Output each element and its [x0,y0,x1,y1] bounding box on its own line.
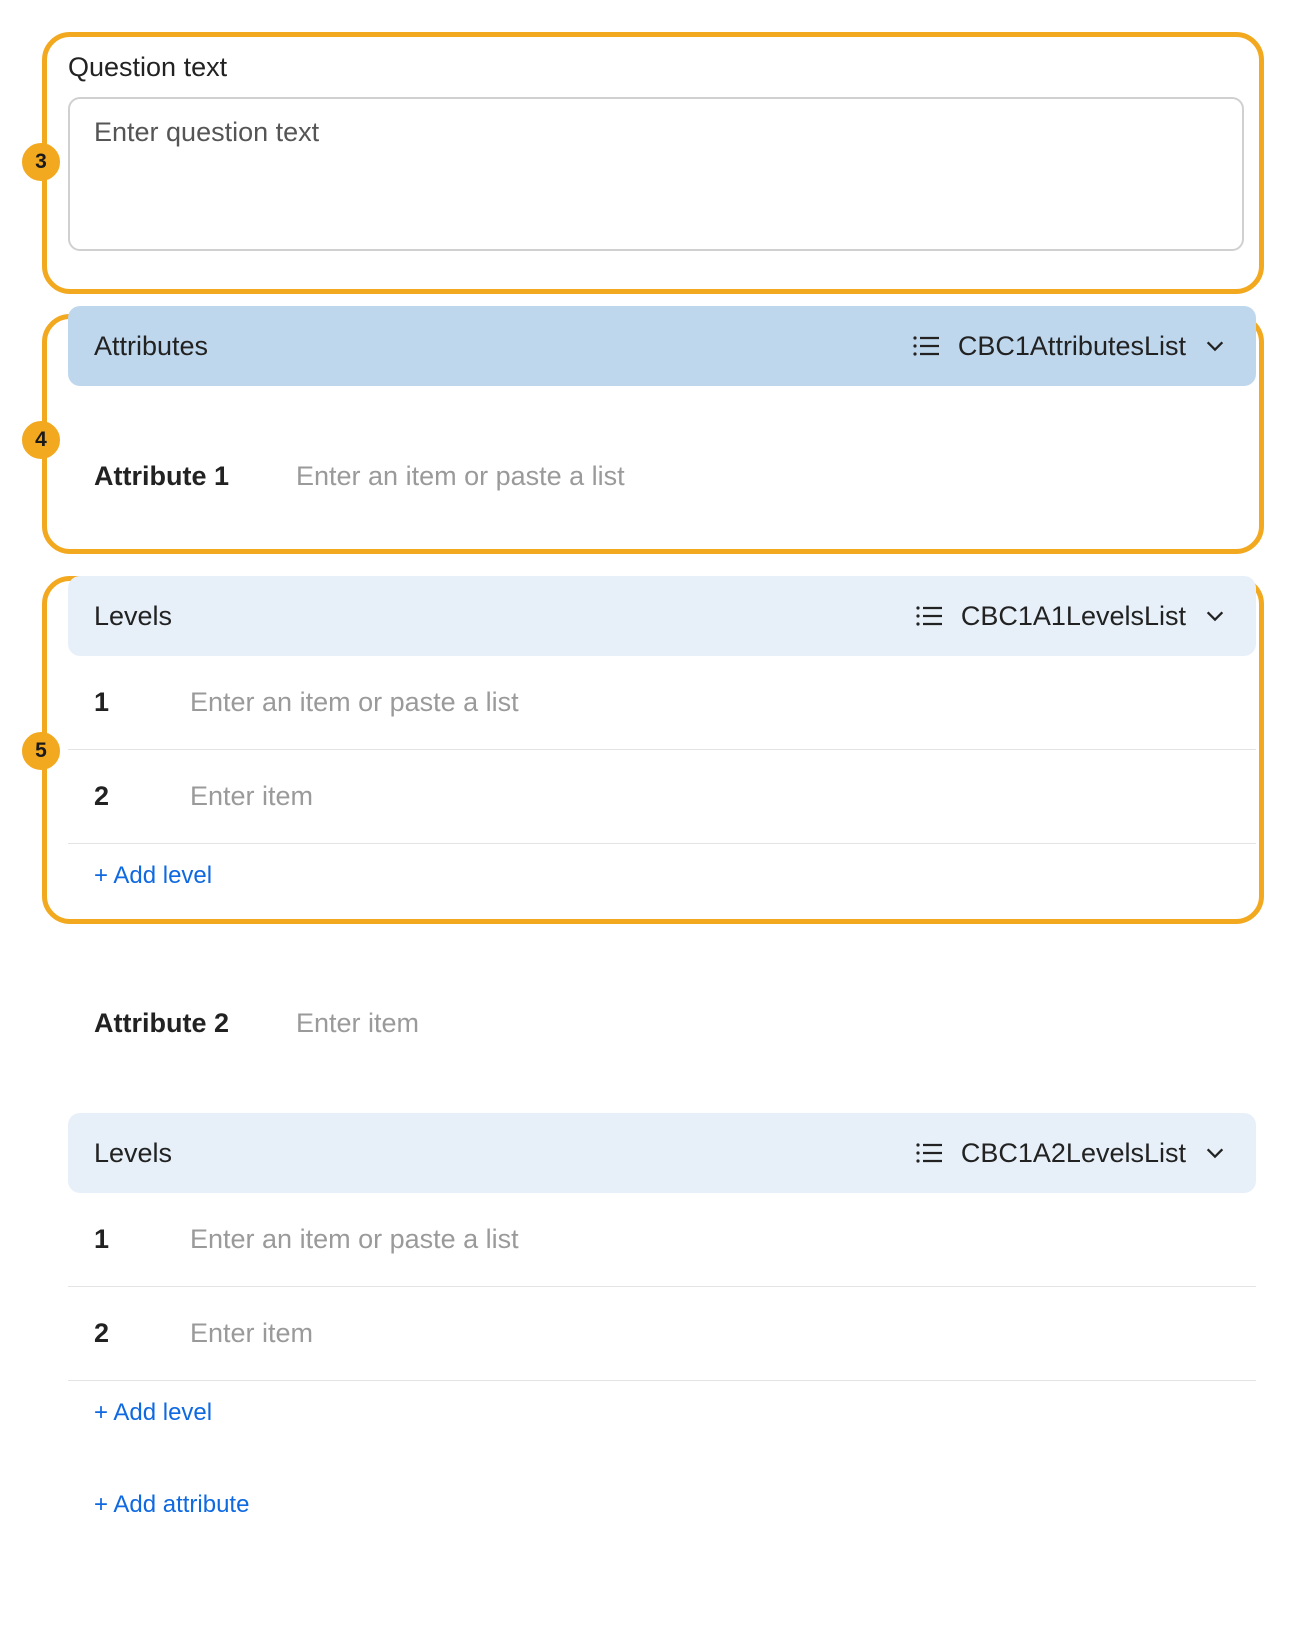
attribute-1-row: Attribute 1 [68,426,1256,526]
level-row-a1-1: 1 [68,656,1256,750]
list-icon [915,604,943,628]
levels-list-selector-a2[interactable]: CBC1A2LevelsList [915,1138,1226,1169]
chevron-down-icon [1204,335,1226,357]
level-row-a1-2: 2 [68,750,1256,844]
attribute-1-input[interactable] [296,461,1056,492]
add-level-button-a1[interactable]: + Add level [68,844,212,908]
attributes-list-name: CBC1AttributesList [958,331,1186,362]
level-number: 1 [94,1224,190,1255]
add-level-button-a2[interactable]: + Add level [68,1381,212,1445]
attribute-2-input[interactable] [296,1008,1056,1039]
step-badge-5: 5 [22,732,60,770]
level-row-a2-1: 1 [68,1193,1256,1287]
level-number: 2 [94,781,190,812]
level-input-a2-2[interactable] [190,1318,990,1349]
attribute-1-label: Attribute 1 [94,461,254,492]
attribute-2-label: Attribute 2 [94,1008,254,1039]
levels-list-selector-a1[interactable]: CBC1A1LevelsList [915,601,1226,632]
levels-list-name-a1: CBC1A1LevelsList [961,601,1186,632]
level-row-a2-2: 2 [68,1287,1256,1381]
step-badge-4: 4 [22,421,60,459]
chevron-down-icon [1204,605,1226,627]
level-input-a1-2[interactable] [190,781,990,812]
levels-header-a2[interactable]: Levels CBC1A2LevelsList [68,1113,1256,1193]
chevron-down-icon [1204,1142,1226,1164]
attributes-header[interactable]: Attributes CBC1AttributesList [68,306,1256,386]
attribute-2-row: Attribute 2 [68,973,1256,1073]
page: 3 4 5 Question text Attributes CBC1Attri… [0,0,1296,1652]
list-icon [912,334,940,358]
level-number: 1 [94,687,190,718]
levels-title-a2: Levels [94,1138,172,1169]
level-number: 2 [94,1318,190,1349]
question-text-input[interactable] [68,97,1244,251]
levels-header-a1[interactable]: Levels CBC1A1LevelsList [68,576,1256,656]
question-text-label: Question text [68,52,1256,83]
attributes-list-selector[interactable]: CBC1AttributesList [912,331,1226,362]
attributes-title: Attributes [94,331,208,362]
content-column: Question text Attributes CBC1AttributesL… [68,40,1256,1537]
level-input-a2-1[interactable] [190,1224,990,1255]
question-text-section: Question text [68,40,1256,256]
levels-title-a1: Levels [94,601,172,632]
add-attribute-button[interactable]: + Add attribute [68,1473,249,1537]
step-badge-3: 3 [22,143,60,181]
levels-list-name-a2: CBC1A2LevelsList [961,1138,1186,1169]
list-icon [915,1141,943,1165]
level-input-a1-1[interactable] [190,687,990,718]
